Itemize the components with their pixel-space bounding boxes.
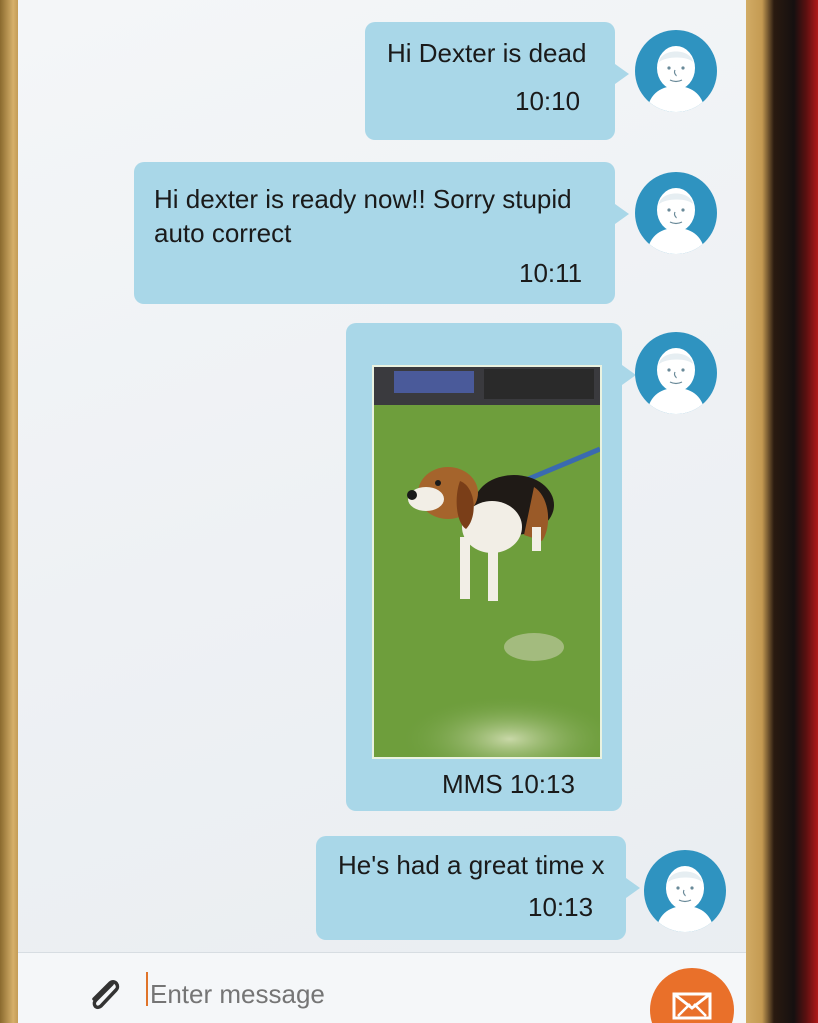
dog-photo[interactable]	[372, 365, 602, 759]
phone-frame-right	[738, 0, 818, 1023]
message-text: He's had a great time x	[338, 850, 605, 880]
message-bubble[interactable]: He's had a great time x 10:13	[316, 836, 640, 940]
contact-avatar-icon[interactable]	[635, 332, 717, 414]
chat-screen: Hi Dexter is dead 10:10 Hi dexter is rea…	[18, 0, 746, 1023]
paperclip-icon[interactable]	[84, 974, 124, 1014]
message-bubble[interactable]: Hi Dexter is dead 10:10	[365, 22, 629, 140]
contact-avatar-icon[interactable]	[644, 850, 726, 932]
message-input[interactable]	[148, 970, 632, 1018]
message-bubble[interactable]: Hi dexter is ready now!! Sorry stupid au…	[134, 162, 629, 304]
mms-label: MMS 10:13	[442, 769, 575, 799]
send-button[interactable]	[650, 968, 734, 1023]
send-mail-icon	[672, 992, 712, 1020]
message-time: 10:11	[519, 258, 583, 288]
message-time: 10:13	[528, 892, 594, 922]
contact-avatar-icon[interactable]	[635, 30, 717, 112]
message-text: Hi Dexter is dead	[387, 38, 587, 68]
message-time: 10:10	[515, 86, 581, 116]
beagle-image	[374, 367, 600, 757]
mms-message-bubble[interactable]: MMS 10:13	[346, 323, 636, 811]
contact-avatar-icon[interactable]	[635, 172, 717, 254]
message-text-line-1: Hi dexter is ready now!! Sorry stupid	[154, 184, 572, 214]
message-text-line-2: auto correct	[154, 218, 292, 248]
